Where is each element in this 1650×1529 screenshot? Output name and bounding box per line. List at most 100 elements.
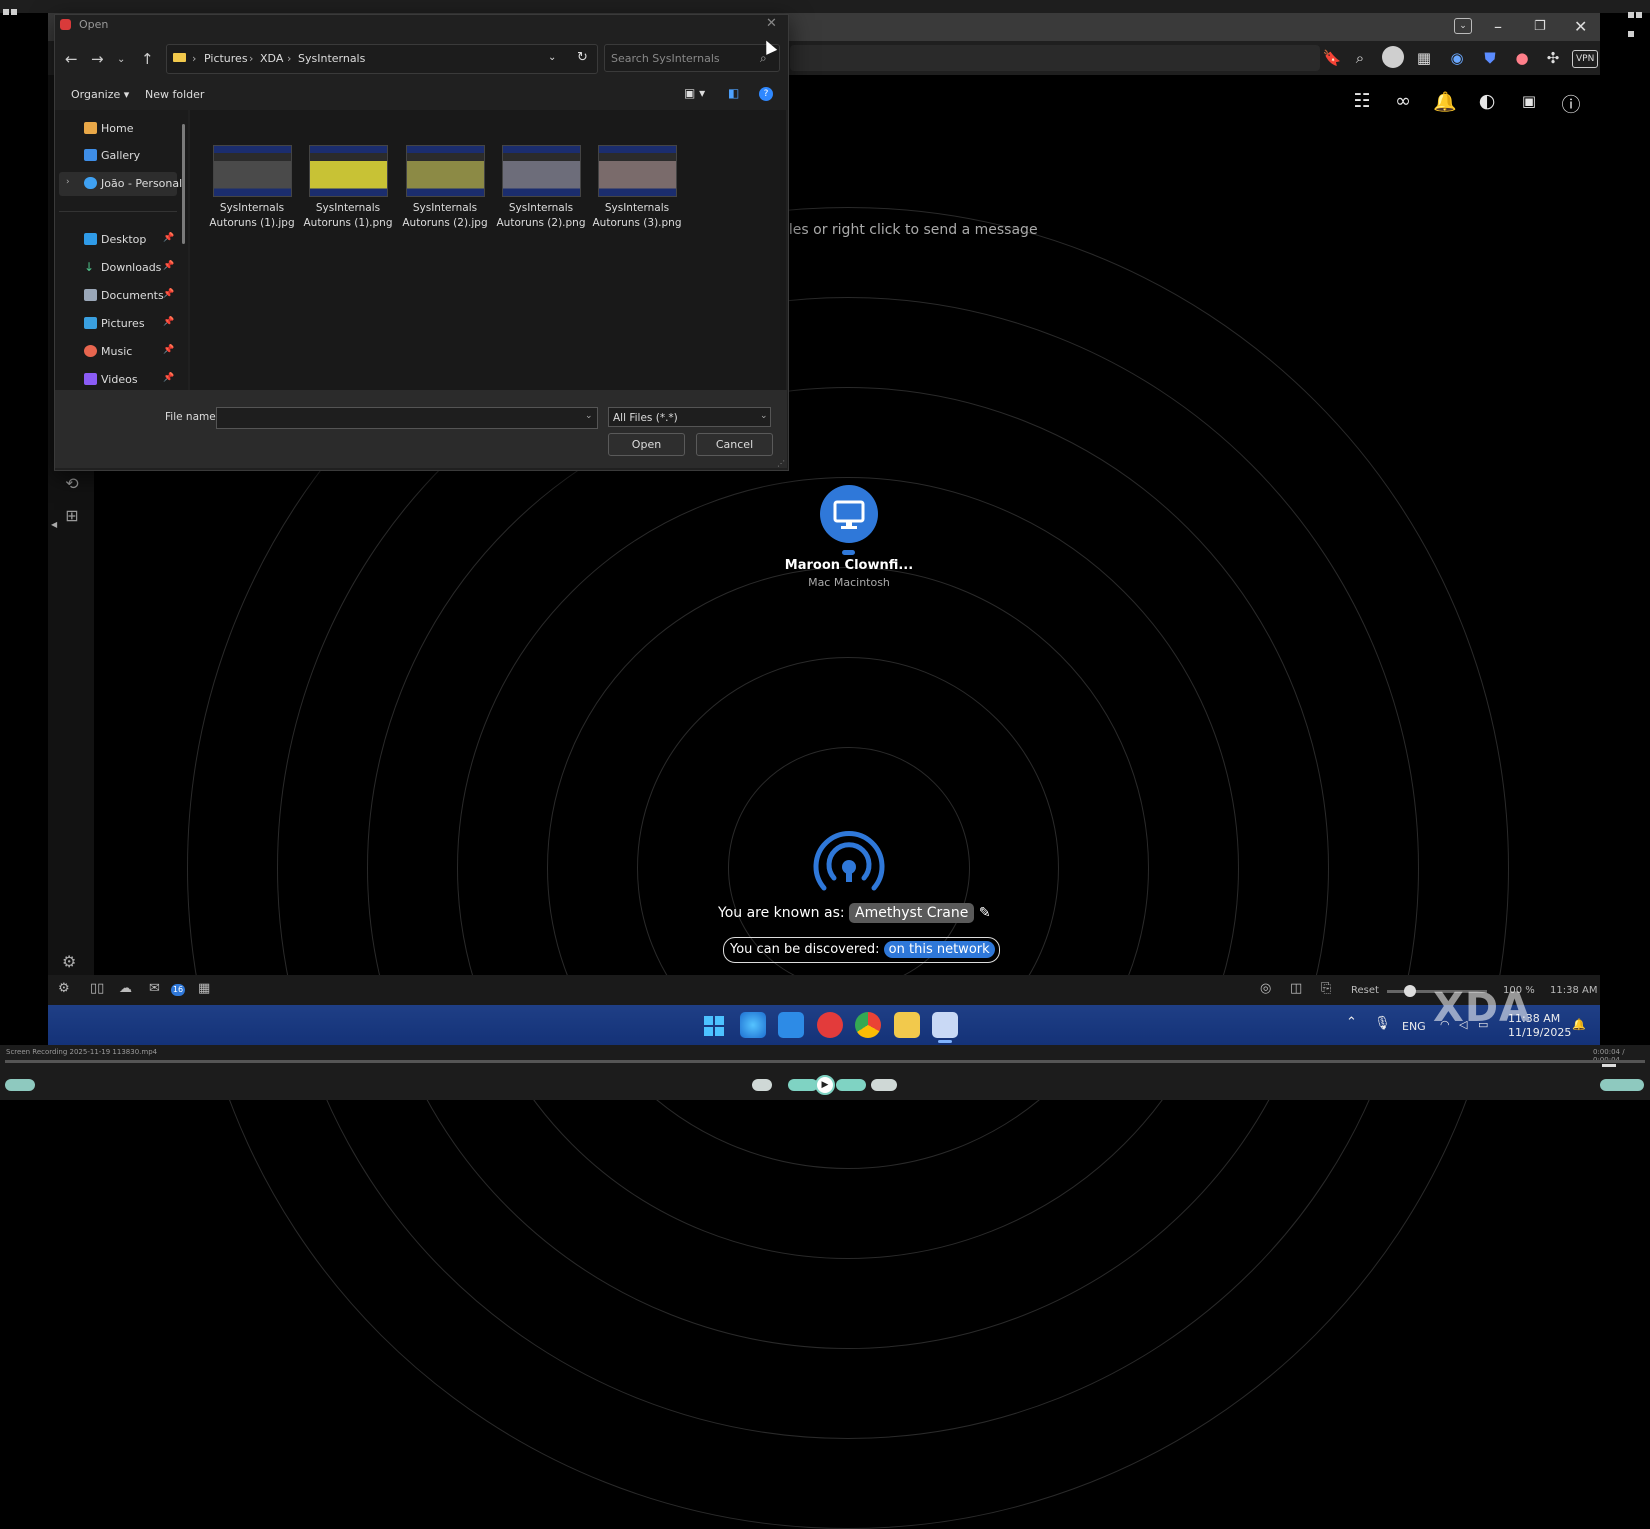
breadcrumb-pictures[interactable]: Pictures xyxy=(204,52,248,65)
link-icon[interactable]: ∞ xyxy=(1390,90,1416,112)
timeline-thumb[interactable] xyxy=(1602,1064,1616,1067)
info-icon[interactable]: ⓘ xyxy=(1558,90,1584,117)
file-item-label[interactable]: SysInternals Autoruns (1).png xyxy=(300,201,396,231)
filetype-select[interactable]: All Files (*.*) xyxy=(608,407,771,427)
shield-ext-icon[interactable]: ⛊ xyxy=(1480,48,1500,68)
bell-icon[interactable]: 🔔 xyxy=(1432,90,1458,113)
rewind-button[interactable] xyxy=(788,1079,818,1091)
discover-value[interactable]: on this network xyxy=(883,941,995,958)
open-button[interactable]: Open xyxy=(608,433,685,456)
panel-icon[interactable]: ▯▯ xyxy=(90,981,104,996)
organize-menu[interactable]: Organize ▾ xyxy=(71,88,129,101)
volume-slider[interactable] xyxy=(1600,1079,1644,1091)
nav-item-onedrive[interactable]: João - Personal xyxy=(101,177,182,190)
edit-pencil-icon[interactable]: ✎ xyxy=(979,905,991,921)
profile-avatar[interactable] xyxy=(1382,46,1404,68)
address-bar[interactable] xyxy=(790,45,1320,71)
bookmark-icon[interactable]: 🔖 xyxy=(1322,48,1342,68)
filename-input[interactable] xyxy=(216,407,598,429)
calendar-ext-icon[interactable]: ▦ xyxy=(1414,48,1434,68)
minimize-button[interactable]: – xyxy=(1494,17,1502,36)
contrast-icon[interactable]: ◐ xyxy=(1474,90,1500,112)
view-options-icon[interactable]: ▣ ▾ xyxy=(684,86,705,100)
help-icon[interactable]: ? xyxy=(759,87,773,101)
file-item-label[interactable]: SysInternals Autoruns (1).jpg xyxy=(204,201,300,231)
language-icon[interactable]: ▣ xyxy=(1516,92,1542,110)
pin-icon[interactable]: 📌 xyxy=(163,317,174,327)
forward-arrow-icon[interactable]: → xyxy=(91,50,104,68)
play-button[interactable]: ▶ xyxy=(815,1075,835,1095)
nav-item-music[interactable]: Music xyxy=(101,345,132,358)
pin-icon[interactable]: 📌 xyxy=(163,289,174,299)
expand-chevron-icon[interactable]: › xyxy=(66,177,70,187)
people-icon[interactable]: ☷ xyxy=(1349,90,1375,112)
file-thumbnail[interactable] xyxy=(213,145,292,197)
vivaldi-app-icon[interactable] xyxy=(817,1012,843,1038)
file-thumbnail[interactable] xyxy=(598,145,677,197)
file-item-label[interactable]: SysInternals Autoruns (3).png xyxy=(589,201,685,231)
capture-icon[interactable]: ◎ xyxy=(1260,981,1271,996)
dialog-close-button[interactable]: ✕ xyxy=(766,16,777,31)
playback-timeline[interactable] xyxy=(5,1060,1645,1063)
filename-dropdown-icon[interactable]: ⌄ xyxy=(585,411,593,421)
widgets-app-icon[interactable] xyxy=(740,1012,766,1038)
resize-grip-icon[interactable]: ⋰ xyxy=(777,459,785,468)
tray-overflow-icon[interactable]: ⌃ xyxy=(1346,1015,1357,1030)
snipping-tool-icon[interactable] xyxy=(932,1012,958,1038)
nav-item-pictures[interactable]: Pictures xyxy=(101,317,145,330)
breadcrumb-sysinternals[interactable]: SysInternals xyxy=(298,52,365,65)
nav-item-videos[interactable]: Videos xyxy=(101,373,138,386)
pin-icon[interactable]: 📌 xyxy=(163,345,174,355)
pin-icon[interactable]: 📌 xyxy=(163,261,174,271)
device-alias[interactable]: Amethyst Crane xyxy=(849,903,975,923)
calendar-icon[interactable]: ▦ xyxy=(198,981,210,996)
nav-item-desktop[interactable]: Desktop xyxy=(101,233,146,246)
zoom-slider-thumb[interactable] xyxy=(1404,985,1416,997)
maximize-button[interactable]: ❐ xyxy=(1534,19,1546,34)
forward-button[interactable] xyxy=(836,1079,866,1091)
nav-item-downloads[interactable]: Downloads xyxy=(101,261,161,274)
settings-icon[interactable]: ⚙ xyxy=(58,981,70,996)
input-language[interactable]: ENG xyxy=(1402,1020,1426,1033)
file-item-label[interactable]: SysInternals Autoruns (2).jpg xyxy=(397,201,493,231)
tiling-icon[interactable]: ◫ xyxy=(1290,981,1302,996)
start-icon[interactable] xyxy=(704,1016,724,1036)
player-left-button[interactable] xyxy=(5,1079,35,1091)
cloud-sync-icon[interactable]: ☁ xyxy=(119,981,132,996)
pin-icon[interactable]: 📌 xyxy=(163,233,174,243)
vpn-button[interactable]: VPN xyxy=(1572,50,1599,68)
store-app-icon[interactable] xyxy=(778,1012,804,1038)
path-dropdown-icon[interactable]: ⌄ xyxy=(548,52,556,63)
nav-scrollbar[interactable] xyxy=(182,124,185,244)
puzzle-icon[interactable]: ✣ xyxy=(1543,48,1563,68)
refresh-rail-icon[interactable]: ⟲ xyxy=(62,474,82,493)
page-actions-icon[interactable]: ⎘ xyxy=(1321,981,1331,996)
mic-icon[interactable]: 🎙 xyxy=(1374,1016,1391,1031)
zoom-reset-button[interactable]: Reset xyxy=(1351,985,1379,996)
file-thumbnail[interactable] xyxy=(309,145,388,197)
file-thumbnail[interactable] xyxy=(406,145,485,197)
discoverability-toggle[interactable]: You can be discovered: on this network xyxy=(723,937,1000,963)
peer-device-button[interactable] xyxy=(820,485,878,543)
nav-item-home[interactable]: Home xyxy=(101,122,133,135)
chrome-app-icon[interactable] xyxy=(855,1012,881,1038)
file-thumbnail[interactable] xyxy=(502,145,581,197)
search-input[interactable]: Search SysInternals xyxy=(604,44,780,72)
player-option-button[interactable] xyxy=(752,1079,772,1091)
pin-icon[interactable]: 📌 xyxy=(163,373,174,383)
notification-bell-icon[interactable]: 🔔 xyxy=(1572,1018,1586,1031)
player-extra-button[interactable] xyxy=(871,1079,897,1091)
breadcrumb-xda[interactable]: XDA xyxy=(260,52,283,65)
refresh-icon[interactable]: ↻ xyxy=(577,50,588,65)
nav-item-gallery[interactable]: Gallery xyxy=(101,149,140,162)
settings-gear-icon[interactable]: ⚙ xyxy=(62,952,76,971)
collapse-arrow-icon[interactable]: ◀ xyxy=(51,520,57,529)
add-rail-icon[interactable]: ⊞ xyxy=(62,506,82,525)
tab-list-button[interactable]: ⌄ xyxy=(1454,18,1472,34)
eye-ext-icon[interactable]: ◉ xyxy=(1447,48,1467,68)
up-arrow-icon[interactable]: ↑ xyxy=(141,50,154,68)
filetype-dropdown-icon[interactable]: ⌄ xyxy=(760,411,768,421)
cancel-button[interactable]: Cancel xyxy=(696,433,773,456)
nav-item-documents[interactable]: Documents xyxy=(101,289,164,302)
back-arrow-icon[interactable]: ← xyxy=(65,50,78,68)
